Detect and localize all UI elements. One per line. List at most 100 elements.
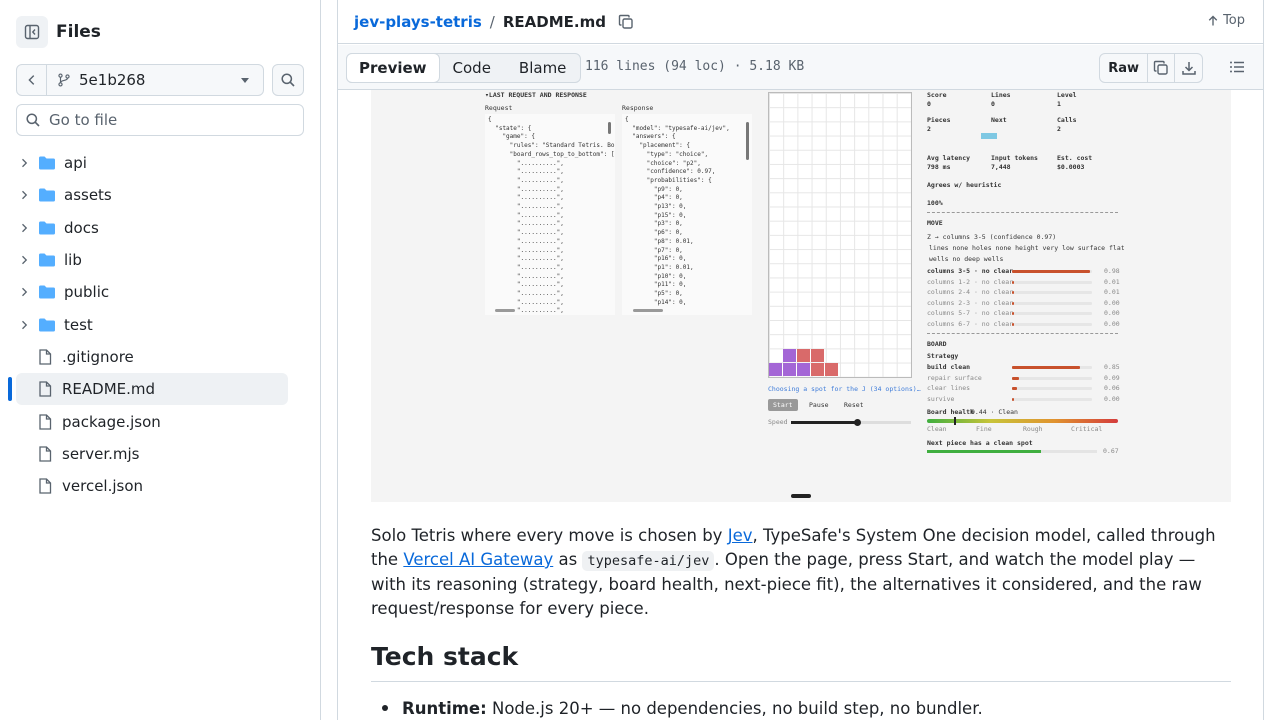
- branch-dropdown[interactable]: 5e1b268: [47, 71, 263, 89]
- option-value: 0.00: [1104, 298, 1120, 307]
- start-button[interactable]: Start: [768, 399, 798, 411]
- file-actions: Raw: [1099, 53, 1203, 83]
- tree-folder-test[interactable]: test: [0, 308, 320, 340]
- tab-preview[interactable]: Preview: [346, 53, 440, 83]
- tree-folder-public[interactable]: public: [0, 276, 320, 308]
- next-fit-label: Next piece has a clean spot: [927, 439, 1033, 447]
- chevron-right-icon[interactable]: [16, 319, 32, 331]
- stat-value: 1: [1057, 100, 1061, 108]
- health-scale-critical: Critical: [1071, 425, 1103, 433]
- copy-icon: [618, 14, 633, 29]
- file-icon: [38, 349, 52, 365]
- stat-label: Pieces: [927, 116, 951, 124]
- option-label: columns 6-7 · no clear…: [927, 320, 1018, 328]
- stat-label: Lines: [991, 91, 1011, 99]
- chevron-left-icon: [27, 75, 34, 85]
- list-item: Runtime: Node.js 20+ — no dependencies, …: [382, 699, 983, 718]
- copy-icon: [1153, 60, 1168, 75]
- option-bar-track: [1012, 291, 1092, 295]
- file-icon: [38, 381, 52, 397]
- tree-item-label: assets: [64, 186, 112, 205]
- option-value: 0.00: [1104, 320, 1120, 328]
- stat-value: 798 ms: [927, 163, 951, 171]
- readme-paragraph: Solo Tetris where every move is chosen b…: [371, 524, 1233, 621]
- go-to-file-input[interactable]: [49, 111, 289, 129]
- copy-path-button[interactable]: [618, 14, 634, 30]
- jev-link[interactable]: Jev: [728, 526, 753, 545]
- stat-value: 0: [991, 100, 995, 108]
- request-scrollbar[interactable]: [608, 122, 611, 134]
- tree-file-readme[interactable]: README.md: [8, 373, 288, 406]
- top-link[interactable]: Top: [1207, 13, 1245, 28]
- go-to-file-field[interactable]: [16, 104, 304, 136]
- tree-file-package-json[interactable]: package.json: [0, 405, 320, 437]
- move-tags: lines none holes none height very low su…: [929, 244, 1125, 252]
- chevron-right-icon[interactable]: [16, 189, 32, 201]
- response-scrollbar[interactable]: [746, 122, 749, 160]
- active-indicator: [8, 377, 12, 402]
- collapse-sidebar-button[interactable]: [16, 16, 48, 48]
- request-json[interactable]: { "state": { "game": { "rules": "Standar…: [485, 114, 615, 315]
- stat-value: 2: [927, 125, 931, 133]
- breadcrumb-repo-link[interactable]: jev-plays-tetris: [354, 13, 482, 31]
- stat-label: Calls: [1057, 116, 1077, 124]
- speed-slider-fill: [791, 421, 857, 424]
- folder-icon: [38, 284, 56, 300]
- response-json[interactable]: { "model": "typesafe-ai/jev", "answers":…: [622, 114, 752, 315]
- response-hscrollbar[interactable]: [633, 309, 663, 312]
- chevron-right-icon[interactable]: [16, 222, 32, 234]
- tetris-block: [825, 363, 838, 376]
- outline-button[interactable]: [1229, 59, 1245, 79]
- search-icon: [26, 113, 40, 127]
- tab-code[interactable]: Code: [439, 54, 505, 82]
- move-tags-2: wells no deep wells: [929, 255, 1004, 263]
- file-viewer: jev-plays-tetris / README.md Top Preview…: [337, 0, 1264, 720]
- option-value: 0.01: [1104, 277, 1120, 286]
- speed-label: Speed: [768, 418, 788, 426]
- reset-button[interactable]: Reset: [844, 401, 864, 409]
- back-button[interactable]: [17, 65, 47, 95]
- tree-folder-lib[interactable]: lib: [0, 244, 320, 276]
- next-fit-value: 0.67: [1103, 447, 1119, 455]
- tree-file-gitignore[interactable]: .gitignore: [0, 341, 320, 373]
- search-button[interactable]: [272, 64, 304, 96]
- strategy-value: 0.85: [1104, 363, 1120, 371]
- branch-selector[interactable]: 5e1b268: [16, 64, 264, 96]
- tree-file-vercel-json[interactable]: vercel.json: [0, 470, 320, 502]
- raw-button[interactable]: Raw: [1100, 54, 1148, 82]
- request-hscrollbar[interactable]: [495, 309, 515, 312]
- tree-folder-api[interactable]: api: [0, 147, 320, 179]
- tetris-block: [783, 349, 796, 362]
- tree-folder-docs[interactable]: docs: [0, 212, 320, 244]
- tab-blame[interactable]: Blame: [505, 54, 581, 82]
- download-button[interactable]: [1175, 54, 1202, 82]
- readme-text: as: [553, 550, 583, 569]
- tree-folder-assets[interactable]: assets: [0, 179, 320, 211]
- chevron-right-icon[interactable]: [16, 286, 32, 298]
- stat-label: Input tokens: [991, 154, 1038, 162]
- image-scroll-handle[interactable]: [791, 494, 811, 498]
- copy-raw-button[interactable]: [1148, 54, 1175, 82]
- option-bar: [1012, 312, 1014, 316]
- health-marker: [953, 417, 956, 425]
- strategy-bar-track: [1012, 376, 1092, 380]
- tetris-block: [811, 363, 824, 376]
- search-icon: [281, 73, 295, 87]
- request-response-title: ▾LAST REQUEST AND RESPONSE: [485, 91, 587, 99]
- response-label: Response: [622, 104, 654, 112]
- tree-item-label: test: [64, 315, 93, 334]
- chevron-right-icon[interactable]: [16, 157, 32, 169]
- tree-item-label: vercel.json: [62, 477, 144, 496]
- speed-slider-handle[interactable]: [854, 419, 861, 426]
- tree-file-server-mjs[interactable]: server.mjs: [0, 438, 320, 470]
- pause-button[interactable]: Pause: [809, 401, 829, 409]
- strategy-value: 0.06: [1104, 384, 1120, 392]
- strategy-value: 0.00: [1104, 394, 1120, 403]
- folder-icon: [38, 252, 56, 268]
- tree-item-label: lib: [64, 251, 82, 270]
- request-label: Request: [485, 104, 513, 112]
- chevron-right-icon[interactable]: [16, 254, 32, 266]
- tree-item-label: package.json: [62, 412, 161, 431]
- health-value: 0.44 · Clean: [971, 408, 1018, 416]
- vercel-ai-gateway-link[interactable]: Vercel AI Gateway: [403, 550, 553, 569]
